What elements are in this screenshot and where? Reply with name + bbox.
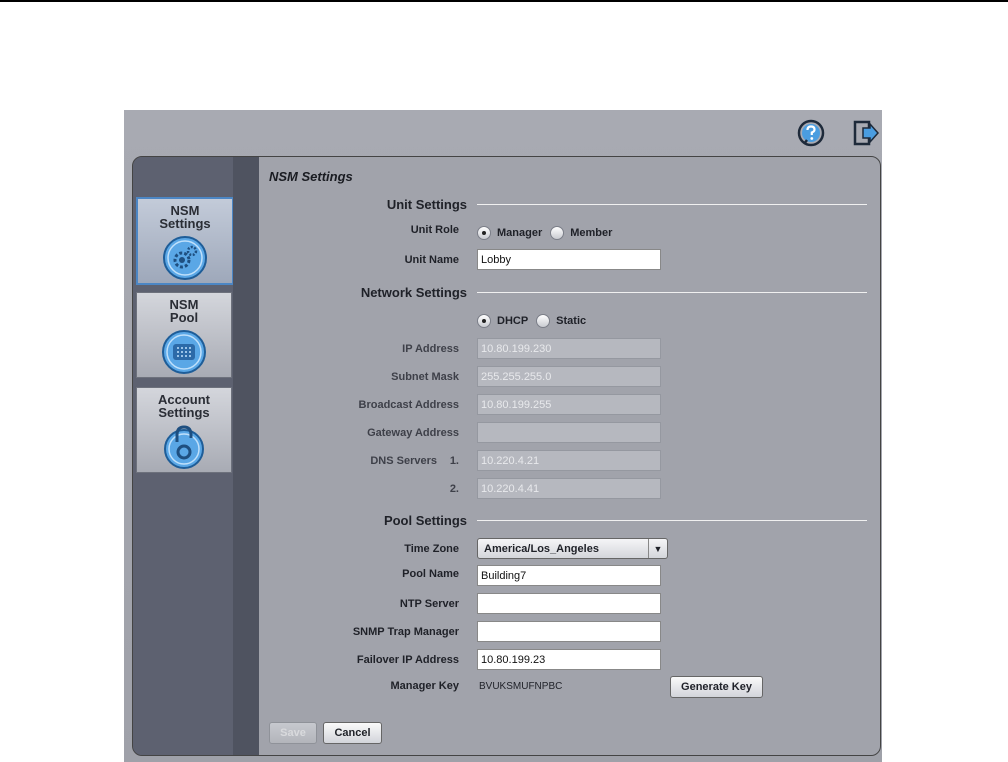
dns-server-1-field[interactable]: 10.220.4.21: [477, 450, 661, 471]
ntp-server-field[interactable]: [477, 593, 661, 614]
dhcp-radio-label: DHCP: [497, 315, 529, 327]
unit-role-label: Unit Role: [410, 224, 459, 236]
sidebar-item-nsm-pool[interactable]: NSM Pool: [136, 292, 232, 378]
top-border: [0, 0, 1008, 2]
ip-address-label: IP Address: [402, 343, 459, 355]
broadcast-address-field[interactable]: 10.80.199.255: [477, 394, 661, 415]
subnet-mask-field[interactable]: 255.255.255.0: [477, 366, 661, 387]
app-window: NSM Settings NSM Pool Account Settings N…: [124, 110, 882, 762]
sidebar-item-account-settings[interactable]: Account Settings: [136, 387, 232, 473]
time-zone-label: Time Zone: [404, 543, 459, 555]
dns-server-2-field[interactable]: 10.220.4.41: [477, 478, 661, 499]
section-heading-unit-settings: Unit Settings: [386, 197, 467, 212]
main-panel: NSM Settings NSM Pool Account Settings N…: [132, 156, 881, 756]
dhcp-radio[interactable]: [477, 314, 491, 328]
static-radio[interactable]: [536, 314, 551, 328]
dns-server-1-index: 1.: [449, 455, 459, 467]
broadcast-address-label: Broadcast Address: [358, 399, 459, 411]
sidebar-divider-strip: [233, 157, 259, 755]
manager-key-value: BVUKSMUFNPBC: [479, 681, 563, 692]
failover-ip-field[interactable]: 10.80.199.23: [477, 649, 661, 670]
sidebar: NSM Settings NSM Pool Account Settings: [133, 157, 234, 755]
sidebar-item-nsm-settings[interactable]: NSM Settings: [136, 197, 234, 285]
logout-icon[interactable]: [848, 116, 882, 150]
ntp-server-label: NTP Server: [399, 598, 459, 610]
section-divider: [477, 292, 867, 293]
ip-address-field[interactable]: 10.80.199.230: [477, 338, 661, 359]
network-mode-radio-group: DHCP Static: [477, 314, 594, 328]
save-button[interactable]: Save: [269, 722, 317, 744]
gateway-address-label: Gateway Address: [367, 427, 459, 439]
static-radio-label: Static: [556, 315, 587, 327]
cancel-button[interactable]: Cancel: [323, 722, 382, 744]
member-radio-label: Member: [570, 227, 613, 239]
section-divider: [477, 520, 867, 521]
dns-server-2-index: 2.: [449, 483, 459, 495]
pool-name-field[interactable]: Building7: [477, 565, 661, 586]
help-icon[interactable]: [794, 116, 828, 150]
manager-key-label: Manager Key: [390, 680, 459, 692]
member-radio[interactable]: [550, 226, 565, 240]
pool-name-label: Pool Name: [402, 568, 459, 580]
manager-radio[interactable]: [477, 226, 491, 240]
subnet-mask-label: Subnet Mask: [391, 371, 459, 383]
sidebar-item-label: Account Settings: [158, 392, 210, 420]
page-title: NSM Settings: [269, 169, 353, 184]
section-divider: [477, 204, 867, 205]
failover-ip-label: Failover IP Address: [356, 654, 459, 666]
snmp-trap-manager-field[interactable]: [477, 621, 661, 642]
lock-icon: [161, 424, 207, 475]
time-zone-select[interactable]: America/Los_Angeles ▼: [477, 538, 668, 559]
time-zone-value: America/Los_Angeles: [484, 543, 599, 555]
unit-role-radio-group: Manager Member: [477, 226, 620, 240]
content-area: NSM Settings Unit Settings Unit Role Man…: [259, 157, 880, 755]
pool-icon: [161, 329, 207, 380]
sidebar-item-label: NSM Settings: [159, 203, 211, 231]
section-heading-pool-settings: Pool Settings: [383, 513, 467, 528]
snmp-trap-manager-label: SNMP Trap Manager: [352, 626, 459, 638]
sidebar-item-label: NSM Pool: [169, 297, 199, 325]
radio-selected-dot: [482, 319, 486, 323]
chevron-down-icon[interactable]: ▼: [648, 539, 667, 558]
gateway-address-field[interactable]: [477, 422, 661, 443]
radio-selected-dot: [482, 231, 486, 235]
section-heading-network-settings: Network Settings: [360, 285, 467, 300]
generate-key-button[interactable]: Generate Key: [670, 676, 763, 698]
manager-radio-label: Manager: [497, 227, 543, 239]
gears-icon: [162, 235, 208, 286]
unit-name-label: Unit Name: [404, 254, 459, 266]
unit-name-field[interactable]: Lobby: [477, 249, 661, 270]
